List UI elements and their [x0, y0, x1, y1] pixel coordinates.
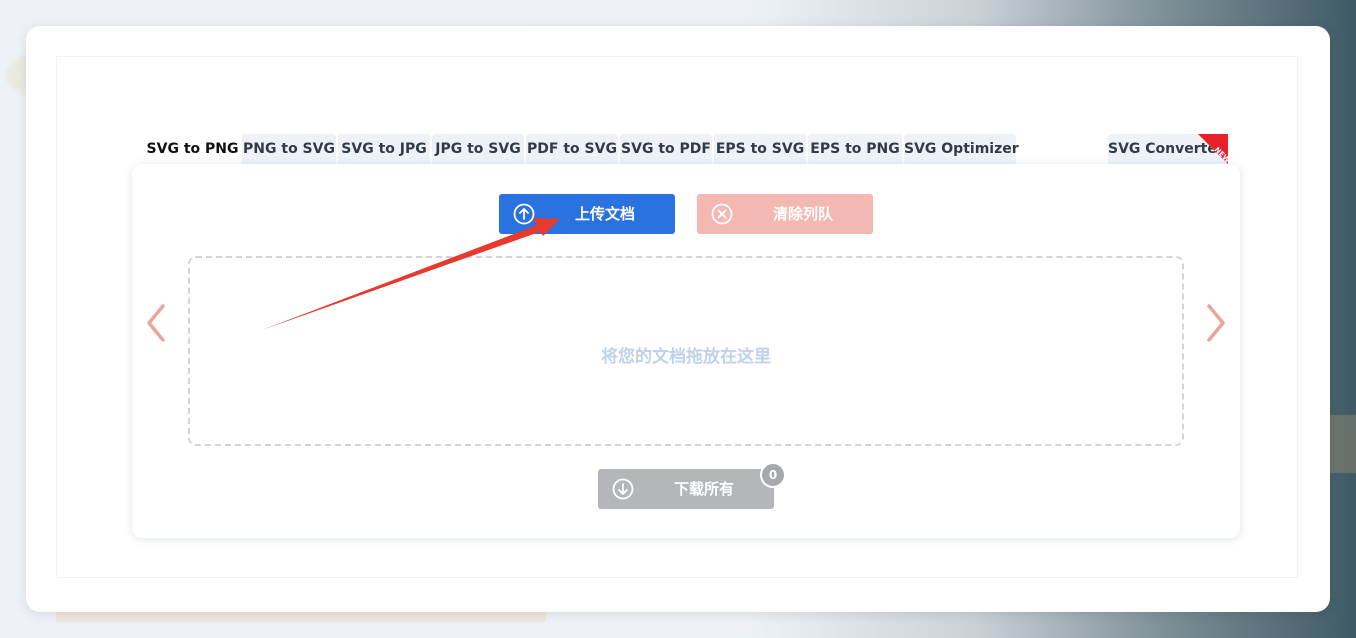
upload-button-label: 上传文档 — [574, 205, 635, 223]
clear-queue-button-label: 清除列队 — [772, 205, 833, 223]
clear-queue-button[interactable]: 清除列队 — [697, 194, 873, 234]
tab-png-to-svg[interactable]: PNG to SVG — [242, 134, 336, 164]
arrow-down-circle-icon — [612, 478, 634, 500]
chevron-left-icon[interactable] — [143, 302, 169, 344]
tab-svg-to-jpg[interactable]: SVG to JPG — [338, 134, 430, 164]
upload-card: 上传文档 清除列队 将您的文档拖放在这里 下载所有 0 — [132, 164, 1240, 538]
tab-eps-to-png[interactable]: EPS to PNG — [808, 134, 902, 164]
chevron-right-icon[interactable] — [1203, 302, 1229, 344]
new-ribbon-label: NEW — [1212, 145, 1228, 164]
converter-panel: SVG to PNG PNG to SVG SVG to JPG JPG to … — [26, 26, 1330, 612]
download-count-badge: 0 — [760, 462, 786, 488]
upload-button[interactable]: 上传文档 — [499, 194, 675, 234]
tab-jpg-to-svg[interactable]: JPG to SVG — [432, 134, 524, 164]
dropzone-hint: 将您的文档拖放在这里 — [601, 347, 771, 367]
download-all-button[interactable]: 下载所有 — [598, 469, 774, 509]
tab-svg-optimizer[interactable]: SVG Optimizer — [904, 134, 1019, 164]
arrow-up-circle-icon — [513, 203, 535, 225]
tab-pdf-to-svg[interactable]: PDF to SVG — [526, 134, 618, 164]
background-strip — [56, 612, 546, 622]
new-ribbon: NEW — [1198, 134, 1228, 164]
tool-tabs: SVG to PNG PNG to SVG SVG to JPG JPG to … — [26, 134, 1330, 164]
tab-eps-to-svg[interactable]: EPS to SVG — [714, 134, 806, 164]
tab-svg-to-pdf[interactable]: SVG to PDF — [620, 134, 712, 164]
download-all-button-label: 下载所有 — [673, 480, 734, 498]
tab-svg-converter[interactable]: SVG Converter NEW — [1108, 134, 1228, 164]
tab-svg-to-png[interactable]: SVG to PNG — [145, 134, 240, 164]
file-dropzone[interactable]: 将您的文档拖放在这里 — [188, 256, 1184, 446]
close-circle-icon — [711, 203, 733, 225]
